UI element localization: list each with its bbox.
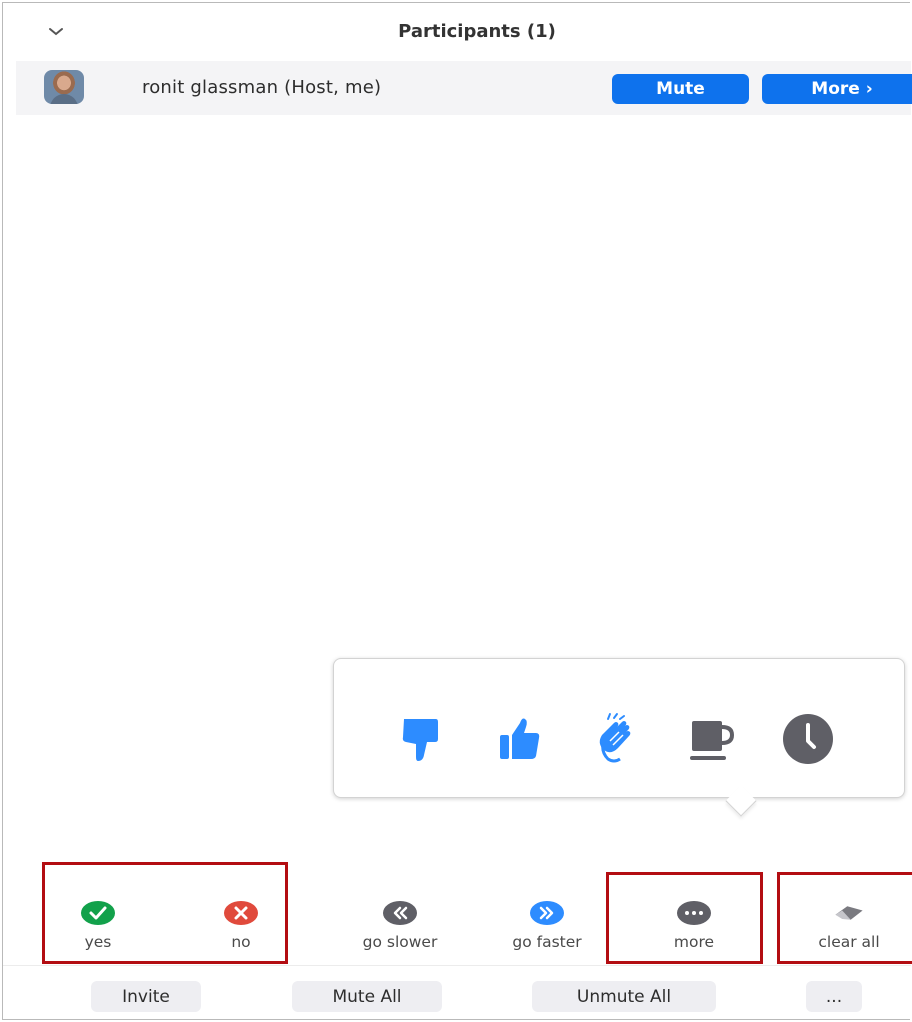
go-slower-button[interactable]: go slower: [345, 893, 455, 965]
go-faster-label: go faster: [512, 933, 582, 951]
more-label: more: [673, 933, 715, 951]
participant-row[interactable]: ronit glassman (Host, me) Mute More ›: [16, 61, 912, 115]
popover-tail: [725, 785, 757, 817]
clock-icon: [783, 714, 833, 764]
mute-all-button[interactable]: Mute All: [292, 981, 442, 1012]
clear-all-label: clear all: [818, 933, 880, 951]
rewind-icon: [383, 901, 417, 925]
participant-name: ronit glassman (Host, me): [142, 77, 382, 98]
clapping-hands-icon: [599, 713, 631, 763]
go-faster-button[interactable]: go faster: [492, 893, 602, 965]
unmute-all-button[interactable]: Unmute All: [532, 981, 716, 1012]
participants-panel: Participants (1) ronit glassman (Host, m…: [2, 2, 912, 1020]
close-icon: [224, 901, 258, 925]
more-dots-icon: [677, 901, 711, 925]
thumbs-up-icon: [500, 718, 540, 759]
invite-button[interactable]: Invite: [91, 981, 201, 1012]
eraser-icon: [835, 906, 863, 920]
clapping-button[interactable]: [588, 711, 644, 767]
nonverbal-feedback-bar: yes no go slower go faster more clear al…: [3, 893, 911, 965]
panel-header: Participants (1): [3, 3, 911, 61]
coffee-break-button[interactable]: [684, 711, 740, 767]
coffee-cup-icon: [690, 721, 735, 760]
clear-all-button[interactable]: clear all: [794, 893, 904, 965]
reactions-popover: [333, 658, 905, 817]
fast-forward-icon: [530, 901, 564, 925]
no-button[interactable]: no: [191, 893, 291, 965]
thumbs-up-button[interactable]: [492, 711, 548, 767]
go-slower-label: go slower: [362, 933, 438, 951]
away-button[interactable]: [780, 711, 836, 767]
more-feedback-button[interactable]: more: [639, 893, 749, 965]
yes-label: yes: [84, 933, 112, 951]
avatar: [44, 70, 84, 104]
mute-button[interactable]: Mute: [612, 74, 749, 104]
more-button[interactable]: More ›: [762, 74, 912, 104]
no-label: no: [231, 933, 251, 951]
more-options-button[interactable]: ...: [806, 981, 862, 1012]
thumbs-down-button[interactable]: [394, 711, 450, 767]
thumbs-down-icon: [402, 719, 438, 761]
page-title: Participants (1): [398, 21, 556, 42]
check-icon: [81, 901, 115, 925]
divider: [3, 965, 911, 966]
yes-button[interactable]: yes: [43, 893, 153, 965]
